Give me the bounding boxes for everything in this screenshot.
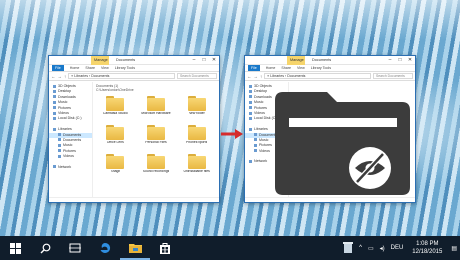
folder-icon: [105, 124, 125, 140]
manage-tab[interactable]: Manage: [91, 56, 109, 65]
edge-button[interactable]: [90, 236, 120, 260]
start-button[interactable]: [0, 236, 30, 260]
ribbon-tab-home[interactable]: Home: [70, 65, 80, 71]
clock[interactable]: 1:08 PM 12/18/2015: [412, 240, 442, 256]
ribbon-tab-share[interactable]: Share: [85, 65, 95, 71]
ribbon-tab-share[interactable]: Share: [281, 65, 291, 71]
sidebar-item[interactable]: Network: [49, 165, 92, 170]
folder-name: Snagit: [110, 170, 121, 173]
address-bar: ← → ↑ « Libraries › Documents Search Doc…: [245, 72, 415, 81]
folder-icon: [146, 95, 166, 111]
ribbon-tabs: File Home Share View Library Tools: [49, 65, 219, 72]
explorer-window-before[interactable]: Manage Documents – □ ✕ File Home Share V…: [48, 55, 220, 203]
action-center-icon[interactable]: ▤: [451, 245, 457, 252]
ribbon-tab-file[interactable]: File: [248, 65, 260, 71]
folder-name: Sound recordings: [142, 170, 170, 173]
ribbon-tab-view[interactable]: View: [101, 65, 109, 71]
folder-name: Office Lens: [106, 141, 124, 144]
folder-name: Uninstallable files: [183, 170, 210, 173]
folder-item[interactable]: PhoneExports: [177, 124, 216, 149]
status-bar: [49, 197, 219, 202]
folder-icon: [187, 124, 207, 140]
up-icon[interactable]: ↑: [64, 74, 66, 79]
folder-item[interactable]: Uninstallable files: [177, 153, 216, 178]
status-bar: [245, 197, 415, 202]
file-view: Documents (1) C:\Users\onion\OneDrive Ca…: [93, 82, 219, 197]
minimize-button[interactable]: –: [385, 56, 395, 65]
folder-item[interactable]: Sound recordings: [137, 153, 176, 178]
search-input[interactable]: Search Documents: [177, 73, 217, 79]
system-tray: ^ ▭ ◂) DEU 1:08 PM 12/18/2015 ▤: [340, 236, 460, 260]
folder-name: Personal Files: [145, 141, 167, 144]
title-bar[interactable]: Manage Documents – □ ✕: [245, 56, 415, 65]
taskbar: ^ ▭ ◂) DEU 1:08 PM 12/18/2015 ▤: [0, 236, 460, 260]
close-button[interactable]: ✕: [405, 56, 415, 65]
folder-icon: [187, 95, 207, 111]
ribbon-tab-view[interactable]: View: [297, 65, 305, 71]
address-path[interactable]: « Libraries › Documents: [68, 73, 175, 79]
search-input[interactable]: Search Documents: [373, 73, 413, 79]
folder-item[interactable]: New folder: [177, 95, 216, 120]
close-button[interactable]: ✕: [209, 56, 219, 65]
clock-date: 12/18/2015: [412, 249, 443, 255]
window-title: Documents: [312, 58, 332, 62]
location-info: Documents (1) C:\Users\onion\OneDrive: [96, 84, 216, 93]
task-view-icon: [69, 243, 81, 253]
sidebar-item[interactable]: Local Disk (C:): [49, 116, 92, 121]
file-explorer-icon: [128, 243, 142, 253]
show-hidden-icons-icon[interactable]: ^: [359, 245, 362, 251]
search-icon: [40, 243, 50, 253]
navigation-pane: 3D Objects Desktop Downloads Music Pictures V…: [49, 82, 93, 197]
folder-icon: [105, 95, 125, 111]
file-grid: Camtasia Studio Microsoft Hardware New fol…: [96, 95, 216, 178]
hidden-folder-icon: [275, 92, 410, 195]
folder-item[interactable]: Camtasia Studio: [96, 95, 135, 120]
store-icon: [160, 243, 170, 254]
file-explorer-button[interactable]: [120, 236, 150, 260]
folder-item[interactable]: Microsoft Hardware: [137, 95, 176, 120]
folder-name: New folder: [188, 112, 205, 115]
manage-tab[interactable]: Manage: [287, 56, 305, 65]
edge-icon: [100, 242, 111, 253]
back-icon[interactable]: ←: [51, 74, 56, 79]
sidebar-item[interactable]: Videos: [49, 154, 92, 159]
ribbon-tab-library-tools[interactable]: Library Tools: [311, 65, 331, 71]
task-view-button[interactable]: [60, 236, 90, 260]
back-icon[interactable]: ←: [247, 74, 252, 79]
folder-icon: [105, 153, 125, 169]
folder-name: Microsoft Hardware: [141, 112, 171, 115]
address-path[interactable]: « Libraries › Documents: [264, 73, 371, 79]
maximize-button[interactable]: □: [395, 56, 405, 65]
minimize-button[interactable]: –: [189, 56, 199, 65]
folder-icon: [146, 153, 166, 169]
right-arrow-icon: [221, 129, 243, 139]
start-icon: [9, 242, 21, 254]
folder-icon: [187, 153, 207, 169]
recycle-bin-icon[interactable]: [343, 241, 354, 255]
ribbon-tab-file[interactable]: File: [52, 65, 64, 71]
title-bar[interactable]: Manage Documents – □ ✕: [49, 56, 219, 65]
folder-name: Camtasia Studio: [102, 112, 128, 115]
address-bar: ← → ↑ « Libraries › Documents Search Doc…: [49, 72, 219, 81]
store-button[interactable]: [150, 236, 180, 260]
clock-time: 1:08 PM: [416, 241, 439, 247]
folder-item[interactable]: Office Lens: [96, 124, 135, 149]
ribbon-tab-home[interactable]: Home: [266, 65, 276, 71]
up-icon[interactable]: ↑: [260, 74, 262, 79]
search-button[interactable]: [30, 236, 60, 260]
ribbon-tab-library-tools[interactable]: Library Tools: [115, 65, 135, 71]
folder-item[interactable]: Snagit: [96, 153, 135, 178]
volume-icon[interactable]: ◂): [380, 245, 385, 252]
folder-name: PhoneExports: [186, 141, 208, 144]
network-icon[interactable]: ▭: [368, 245, 374, 252]
forward-icon[interactable]: →: [58, 74, 63, 79]
window-title: Documents: [116, 58, 136, 62]
ribbon-tabs: File Home Share View Library Tools: [245, 65, 415, 72]
forward-icon[interactable]: →: [254, 74, 259, 79]
location-path: C:\Users\onion\OneDrive: [96, 88, 134, 92]
folder-icon: [146, 124, 166, 140]
maximize-button[interactable]: □: [199, 56, 209, 65]
folder-item[interactable]: Personal Files: [137, 124, 176, 149]
language-indicator[interactable]: DEU: [391, 245, 404, 251]
